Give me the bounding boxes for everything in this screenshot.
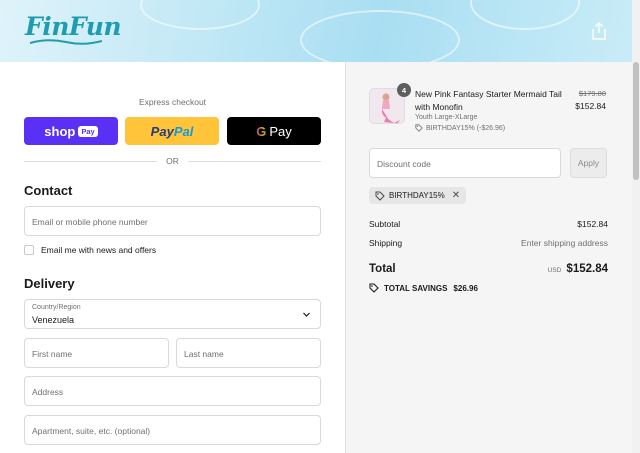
apartment-placeholder: Apartment, suite, etc. (optional): [32, 426, 151, 436]
shop-pay-badge: Pay: [78, 125, 98, 137]
express-checkout-label: Express checkout: [138, 97, 207, 107]
shop-pay-label: shop: [44, 123, 76, 139]
scrollbar-thumb[interactable]: [633, 62, 639, 180]
address-field[interactable]: Address: [24, 376, 321, 406]
checkout-form: Express checkout shop Pay Pay Pal G Pay O…: [0, 62, 345, 453]
chevron-down-icon: [303, 312, 310, 317]
divider-line: [24, 160, 158, 162]
remove-code-icon[interactable]: ✕: [452, 190, 460, 201]
savings-label: TOTAL SAVINGS: [384, 283, 448, 293]
product-title: New Pink Fantasy Starter Mermaid Tail wi…: [415, 89, 562, 112]
total-amount: $152.84: [566, 263, 608, 275]
contact-heading: Contact: [24, 183, 73, 198]
email-placeholder: Email or mobile phone number: [32, 217, 148, 227]
or-divider: OR: [24, 155, 321, 167]
shipping-row: Shipping Enter shipping address: [369, 238, 608, 248]
discount-code-placeholder: Discount code: [377, 159, 431, 169]
address-placeholder: Address: [32, 387, 64, 397]
or-label: OR: [166, 156, 179, 166]
order-summary: 4 New Pink Fantasy Starter Mermaid Tail …: [345, 62, 632, 453]
savings-amount: $26.96: [453, 283, 478, 293]
product-discount: BIRTHDAY15% (-$26.96): [415, 124, 505, 132]
subtotal-row: Subtotal $152.84: [369, 219, 608, 229]
total-label: Total: [369, 263, 396, 275]
apartment-field[interactable]: Apartment, suite, etc. (optional): [24, 415, 321, 445]
delivery-heading: Delivery: [24, 276, 75, 291]
google-pay-label: Pay: [269, 123, 292, 139]
water-ripple: [140, 0, 260, 30]
total-row: Total USD $152.84: [369, 263, 608, 275]
discounted-price: $152.84: [575, 101, 606, 111]
last-name-placeholder: Last name: [184, 349, 224, 359]
tag-icon: [375, 191, 385, 201]
page-scrollbar[interactable]: [632, 0, 640, 453]
subtotal-value: $152.84: [577, 219, 608, 229]
shipping-value: Enter shipping address: [521, 238, 608, 248]
water-ripple: [470, 0, 580, 30]
store-logo[interactable]: FinFun: [25, 12, 122, 41]
country-select[interactable]: Country/Region Venezuela: [24, 299, 321, 329]
apply-button[interactable]: Apply: [570, 148, 607, 178]
tag-icon: [369, 283, 379, 293]
product-discount-text: BIRTHDAY15% (-$26.96): [426, 124, 506, 132]
store-header: FinFun: [0, 0, 632, 62]
google-pay-button[interactable]: G Pay: [227, 117, 321, 145]
email-field[interactable]: Email or mobile phone number: [24, 206, 321, 236]
last-name-field[interactable]: Last name: [176, 338, 321, 368]
paypal-button[interactable]: Pay Pal: [125, 117, 219, 145]
paypal-label-part2: Pal: [173, 123, 194, 139]
tag-icon: [415, 124, 423, 132]
google-g-icon: G: [256, 123, 267, 139]
applied-code-tag: BIRTHDAY15% ✕: [369, 187, 467, 204]
shipping-label: Shipping: [369, 238, 403, 248]
quantity-badge: 4: [397, 83, 411, 97]
country-label: Country/Region: [32, 304, 81, 311]
applied-code-label: BIRTHDAY15%: [389, 191, 445, 200]
original-price: $179.80: [578, 89, 606, 98]
product-variant: Youth Large-XLarge: [415, 114, 478, 121]
paypal-label-part1: Pay: [150, 123, 174, 139]
news-offers-label: Email me with news and offers: [41, 245, 157, 255]
shop-pay-button[interactable]: shop Pay: [24, 117, 118, 145]
news-offers-checkbox[interactable]: [24, 245, 34, 255]
total-savings: TOTAL SAVINGS $26.96: [369, 283, 478, 293]
total-currency: USD: [547, 267, 562, 274]
news-offers-option[interactable]: Email me with news and offers: [24, 245, 156, 255]
water-ripple: [300, 10, 460, 62]
share-icon[interactable]: [591, 22, 607, 40]
subtotal-label: Subtotal: [369, 219, 401, 229]
first-name-placeholder: First name: [32, 349, 73, 359]
first-name-field[interactable]: First name: [24, 338, 169, 368]
divider-line: [187, 160, 321, 162]
logo-wave-icon: [30, 39, 102, 45]
country-value: Venezuela: [32, 315, 75, 325]
discount-code-field[interactable]: Discount code: [369, 148, 561, 178]
